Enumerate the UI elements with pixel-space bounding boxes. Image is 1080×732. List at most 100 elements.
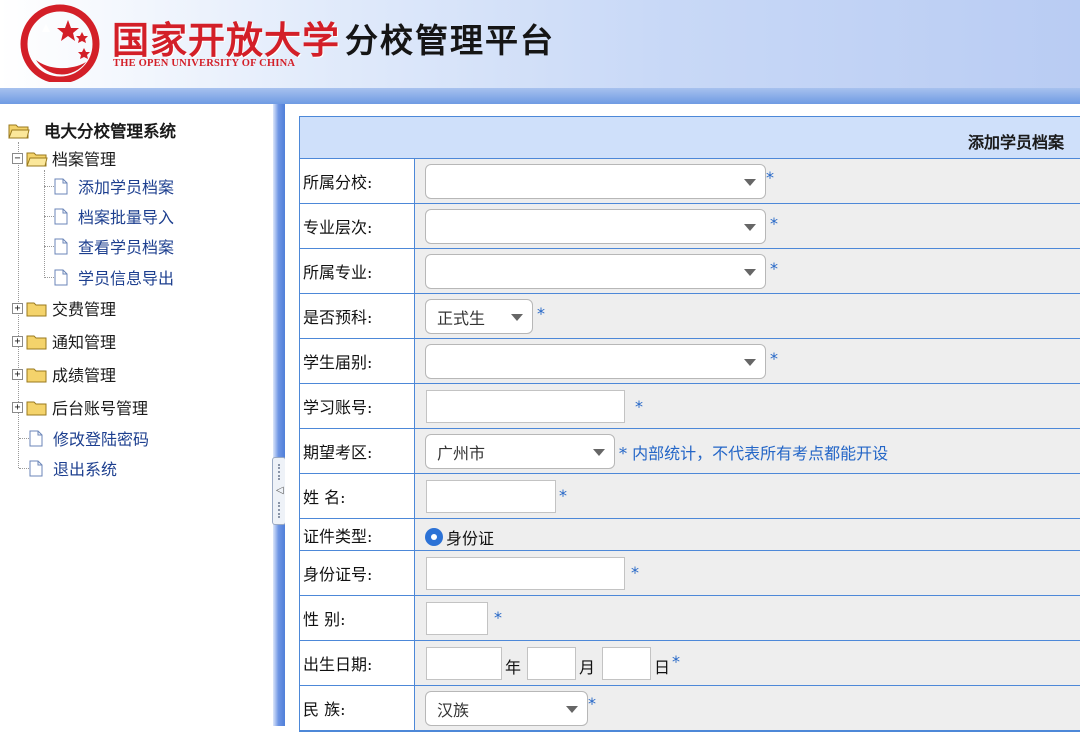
folder-closed-icon: [26, 368, 47, 382]
field-cell: *: [415, 249, 1080, 293]
chevron-down-icon: [744, 269, 756, 276]
sidebar-item-add-student-record[interactable]: 添加学员档案: [54, 173, 174, 199]
tree-connector: [19, 438, 29, 439]
field-cell: 正式生 *: [415, 294, 1080, 338]
field-label: 期望考区:: [300, 429, 415, 473]
branch-select[interactable]: [425, 164, 766, 199]
field-cell: *: [415, 159, 1080, 203]
field-label: 民 族:: [300, 686, 415, 730]
sidebar-item-logout[interactable]: 退出系统: [29, 455, 117, 481]
chevron-down-icon: [744, 359, 756, 366]
field-label: 姓 名:: [300, 474, 415, 518]
sidebar-group-label: 成绩管理: [52, 366, 117, 385]
header-band: [0, 88, 1080, 104]
sidebar-tree: 电大分校管理系统 − 档案管理 添加学员档案 档案批量导入 查看学员档案 学员信…: [0, 104, 273, 726]
chevron-left-icon: ◁: [276, 485, 284, 496]
collapse-icon[interactable]: −: [12, 152, 23, 164]
form-row-ethnicity: 民 族: 汉族 *: [300, 686, 1080, 731]
field-cell: 身份证: [415, 519, 1080, 550]
birth-year-input[interactable]: [426, 647, 502, 680]
sidebar-item-label: 退出系统: [53, 460, 118, 479]
panel-splitter[interactable]: [273, 104, 285, 726]
level-select[interactable]: [425, 209, 766, 244]
expand-icon[interactable]: +: [12, 302, 23, 314]
required-mark: *: [559, 486, 567, 505]
field-label: 是否预科:: [300, 294, 415, 338]
page-icon: [29, 430, 43, 446]
tree-connector: [19, 468, 29, 469]
page-icon: [54, 269, 68, 285]
form-row-birth-date: 出生日期: 年 月 日 *: [300, 641, 1080, 686]
field-label: 性 别:: [300, 596, 415, 640]
field-cell: *: [415, 204, 1080, 248]
id-number-input[interactable]: [426, 557, 625, 590]
field-cell: 年 月 日 *: [415, 641, 1080, 685]
expand-icon[interactable]: +: [12, 368, 23, 380]
form-row-major: 所属专业: *: [300, 249, 1080, 294]
sidebar-group-label: 交费管理: [52, 300, 117, 319]
field-label: 所属专业:: [300, 249, 415, 293]
sidebar-group-archives[interactable]: − 档案管理: [12, 145, 116, 171]
form-row-gender: 性 别: *: [300, 596, 1080, 641]
field-cell: 广州市 * 内部统计，不代表所有考点都能开设: [415, 429, 1080, 473]
id-type-radio-option[interactable]: 身份证: [425, 525, 494, 549]
cohort-select[interactable]: [425, 344, 766, 379]
sidebar-item-label: 档案批量导入: [78, 208, 175, 227]
page-icon: [29, 460, 43, 476]
sidebar-group-label: 档案管理: [52, 150, 117, 169]
form-row-account: 学习账号: *: [300, 384, 1080, 429]
expand-icon[interactable]: +: [12, 401, 23, 413]
university-emblem-icon: [20, 4, 100, 82]
expand-icon[interactable]: +: [12, 335, 23, 347]
form-row-id-type: 证件类型: 身份证: [300, 519, 1080, 551]
sidebar-group-notices[interactable]: + 通知管理: [12, 328, 116, 354]
exam-area-note: * 内部统计，不代表所有考点都能开设: [619, 444, 889, 463]
app-header: 国家开放大学 THE OPEN UNIVERSITY OF CHINA 分校管理…: [0, 0, 1080, 104]
grip-icon: [278, 464, 280, 480]
required-mark: *: [770, 214, 778, 233]
sidebar-item-batch-import[interactable]: 档案批量导入: [54, 203, 174, 229]
preparatory-select[interactable]: 正式生: [425, 299, 533, 334]
form-row-name: 姓 名: *: [300, 474, 1080, 519]
form-row-cohort: 学生届别: *: [300, 339, 1080, 384]
chevron-down-icon: [744, 224, 756, 231]
required-mark: *: [770, 349, 778, 368]
account-input[interactable]: [426, 390, 625, 423]
chevron-down-icon: [511, 314, 523, 321]
sidebar-group-fees[interactable]: + 交费管理: [12, 295, 116, 321]
gender-input[interactable]: [426, 602, 488, 635]
radio-selected-icon[interactable]: [425, 528, 443, 546]
field-label: 学生届别:: [300, 339, 415, 383]
chevron-down-icon: [593, 449, 605, 456]
student-record-form: 添加学员档案 所属分校: * 专业层次: * 所属专业: * 是否预科: 正式生…: [299, 116, 1080, 732]
exam-area-select[interactable]: 广州市: [425, 434, 615, 469]
form-row-id-number: 身份证号: *: [300, 551, 1080, 596]
sidebar-item-view-records[interactable]: 查看学员档案: [54, 233, 174, 259]
university-name-cn: 国家开放大学: [112, 19, 340, 62]
chevron-down-icon: [744, 179, 756, 186]
field-label: 出生日期:: [300, 641, 415, 685]
required-mark: *: [635, 397, 643, 416]
collapse-sidebar-handle[interactable]: ◁: [272, 457, 286, 525]
major-select[interactable]: [425, 254, 766, 289]
sidebar-group-admin-accounts[interactable]: + 后台账号管理: [12, 394, 148, 420]
field-cell: *: [415, 596, 1080, 640]
field-cell: *: [415, 474, 1080, 518]
name-input[interactable]: [426, 480, 556, 513]
select-value: 正式生: [437, 308, 486, 328]
birth-month-input[interactable]: [527, 647, 576, 680]
sidebar-item-export-info[interactable]: 学员信息导出: [54, 264, 174, 290]
folder-open-icon: [8, 124, 30, 138]
required-mark: *: [631, 563, 639, 582]
tree-root[interactable]: 电大分校管理系统: [8, 117, 176, 143]
ethnicity-select[interactable]: 汉族: [425, 691, 588, 726]
sidebar-group-grades[interactable]: + 成绩管理: [12, 361, 116, 387]
platform-title: 分校管理平台: [345, 21, 555, 60]
sidebar-item-change-password[interactable]: 修改登陆密码: [29, 425, 149, 451]
birth-day-input[interactable]: [602, 647, 651, 680]
field-label: 所属分校:: [300, 159, 415, 203]
folder-open-icon: [26, 152, 48, 166]
day-unit: 日: [654, 658, 671, 677]
required-mark: *: [672, 652, 680, 671]
required-mark: *: [494, 608, 502, 627]
